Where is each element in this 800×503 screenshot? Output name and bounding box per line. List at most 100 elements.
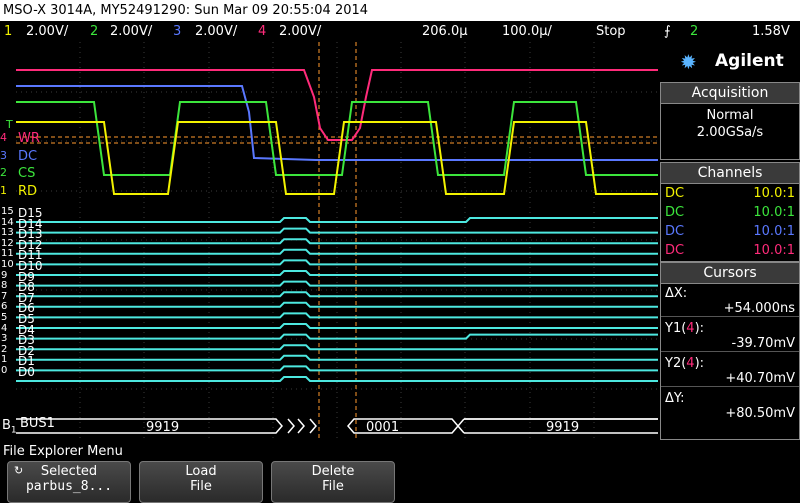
ch3-number[interactable]: 3 bbox=[173, 21, 181, 42]
agilent-logo-icon: ✹ bbox=[680, 50, 697, 74]
ch3-marker[interactable]: 3 bbox=[0, 149, 7, 162]
bus-segment bbox=[457, 418, 465, 427]
run-state[interactable]: Stop bbox=[596, 21, 626, 42]
time-scale[interactable]: 100.0µ/ bbox=[502, 21, 552, 42]
channel-probe-ratio: 10.0:1 bbox=[753, 243, 795, 258]
channel-probe-ratio: 10.0:1 bbox=[753, 224, 795, 239]
ch4-marker[interactable]: 4 bbox=[0, 131, 7, 144]
channel-rows: DC 10.0:1 DC 10.0:1 DC 10.0:1 DC 10.0:1 bbox=[661, 184, 799, 260]
y2-label: Y2(4): bbox=[661, 351, 799, 371]
ch1-marker[interactable]: 1 bbox=[0, 184, 7, 197]
acquisition-header: Acquisition bbox=[661, 83, 799, 104]
bus-segment bbox=[347, 418, 459, 434]
y1-channel: 4 bbox=[686, 321, 695, 336]
bus-value-2: 0001 bbox=[366, 420, 399, 435]
bus-value-3: 9919 bbox=[546, 420, 579, 435]
digital-trace-d6 bbox=[16, 312, 658, 319]
menu-title: File Explorer Menu bbox=[3, 444, 123, 459]
ch4-number[interactable]: 4 bbox=[258, 21, 266, 42]
selected-file: parbus_8... bbox=[25, 479, 113, 494]
digital-trace-d4 bbox=[16, 333, 658, 340]
channel-row-3[interactable]: DC 10.0:1 bbox=[661, 222, 799, 241]
digital-marker-d13[interactable]: 13 bbox=[1, 227, 14, 238]
ch3-scale[interactable]: 2.00V/ bbox=[195, 21, 237, 42]
y1-label-prefix: Y1( bbox=[665, 321, 687, 336]
bus-segment bbox=[309, 418, 317, 434]
brand-area: ✹ Agilent bbox=[660, 42, 800, 80]
channels-header: Channels bbox=[661, 163, 799, 184]
waveform-display[interactable]: 9919 0001 9919 bbox=[16, 42, 658, 438]
y1-value: -39.70mV bbox=[731, 336, 795, 351]
channel-probe-ratio: 10.0:1 bbox=[753, 186, 795, 201]
digital-marker-d15[interactable]: 15 bbox=[1, 206, 14, 217]
rotate-knob-icon: ↻ bbox=[14, 464, 24, 477]
channel-probe-ratio: 10.0:1 bbox=[753, 205, 795, 220]
digital-trace-d5 bbox=[16, 323, 658, 329]
dx-value: +54.000ns bbox=[723, 301, 795, 316]
dx-label: ΔX: bbox=[665, 286, 688, 301]
digital-marker-d0[interactable]: 0 bbox=[1, 365, 7, 376]
bus-segment bbox=[297, 418, 305, 434]
digital-trace-d14 bbox=[16, 227, 658, 234]
window-title: MSO-X 3014A, MY52491290: Sun Mar 09 20:5… bbox=[3, 3, 369, 18]
bus-segment bbox=[287, 418, 295, 434]
cursors-panel[interactable]: Cursors ΔX: +54.000ns Y1(4): -39.70mV Y2… bbox=[660, 262, 800, 440]
y2-channel: 4 bbox=[686, 356, 695, 371]
cursors-header: Cursors bbox=[661, 263, 799, 284]
digital-marker-d6[interactable]: 6 bbox=[1, 301, 7, 312]
ch4-trace bbox=[16, 69, 658, 141]
digital-marker-d1[interactable]: 1 bbox=[1, 354, 7, 365]
analog-channel-labels: T 4 WR 3 DC 2 CS 1 RD bbox=[0, 118, 50, 208]
dy-value: +80.50mV bbox=[725, 406, 795, 421]
digital-marker-d8[interactable]: 8 bbox=[1, 280, 7, 291]
bus-marker-letter: B bbox=[2, 418, 11, 433]
y2-label-prefix: Y2( bbox=[665, 356, 687, 371]
channel-coupling: DC bbox=[665, 224, 685, 239]
bus-value-1: 9919 bbox=[146, 420, 179, 435]
channel-coupling: DC bbox=[665, 186, 685, 201]
load-file-button[interactable]: Load File bbox=[139, 461, 263, 503]
load-label-top: Load bbox=[185, 464, 217, 479]
acquisition-mode: Normal bbox=[706, 108, 754, 123]
channels-panel[interactable]: Channels DC 10.0:1 DC 10.0:1 DC 10.0:1 DC 10.0:… bbox=[660, 162, 800, 262]
channel-row-1[interactable]: DC 10.0:1 bbox=[661, 184, 799, 203]
y2-label-suffix: ): bbox=[694, 356, 705, 371]
dc-label: DC bbox=[18, 149, 38, 164]
digital-marker-d5[interactable]: 5 bbox=[1, 312, 7, 323]
channel-row-2[interactable]: DC 10.0:1 bbox=[661, 203, 799, 222]
ch2-marker[interactable]: 2 bbox=[0, 166, 7, 179]
wr-label: WR bbox=[18, 131, 40, 146]
channel-row-4[interactable]: DC 10.0:1 bbox=[661, 241, 799, 260]
bus-marker[interactable]: B1 bbox=[2, 418, 17, 436]
acquisition-rate: 2.00GSa/s bbox=[696, 125, 764, 140]
delete-file-button[interactable]: Delete File bbox=[271, 461, 395, 503]
acquisition-panel[interactable]: Acquisition Normal 2.00GSa/s bbox=[660, 82, 800, 160]
digital-marker-d10[interactable]: 10 bbox=[1, 259, 14, 270]
ch1-number[interactable]: 1 bbox=[4, 21, 12, 42]
y1-label-suffix: ): bbox=[694, 321, 705, 336]
trigger-level[interactable]: 1.58V bbox=[752, 21, 790, 42]
digital-trace-d7 bbox=[16, 301, 658, 308]
load-label-bottom: File bbox=[190, 479, 212, 494]
selected-softkey[interactable]: Selected parbus_8... ↻ bbox=[7, 461, 131, 503]
ch2-number[interactable]: 2 bbox=[90, 21, 98, 42]
y1-label: Y1(4): bbox=[661, 316, 799, 336]
channel-coupling: DC bbox=[665, 205, 685, 220]
trigger-edge-icon: ⨍ bbox=[664, 24, 671, 39]
time-offset[interactable]: 206.0µ bbox=[422, 21, 468, 42]
y2-value: +40.70mV bbox=[725, 371, 795, 386]
channel-coupling: DC bbox=[665, 243, 685, 258]
ch4-scale[interactable]: 2.00V/ bbox=[279, 21, 321, 42]
digital-marker-d11[interactable]: 11 bbox=[1, 248, 14, 259]
digital-trace-d12 bbox=[16, 248, 658, 255]
digital-marker-d3[interactable]: 3 bbox=[1, 333, 7, 344]
ch1-scale[interactable]: 2.00V/ bbox=[26, 21, 68, 42]
digital-trace-d15 bbox=[16, 217, 658, 223]
selected-label: Selected bbox=[40, 464, 98, 479]
status-bar: 1 2.00V/ 2 2.00V/ 3 2.00V/ 4 2.00V/ 206.… bbox=[0, 21, 800, 42]
digital-traces bbox=[16, 217, 658, 382]
trigger-channel[interactable]: 2 bbox=[690, 21, 698, 42]
ch2-scale[interactable]: 2.00V/ bbox=[110, 21, 152, 42]
trigger-marker-t: T bbox=[6, 118, 13, 131]
softkey-bar: File Explorer Menu Selected parbus_8... … bbox=[0, 443, 800, 503]
